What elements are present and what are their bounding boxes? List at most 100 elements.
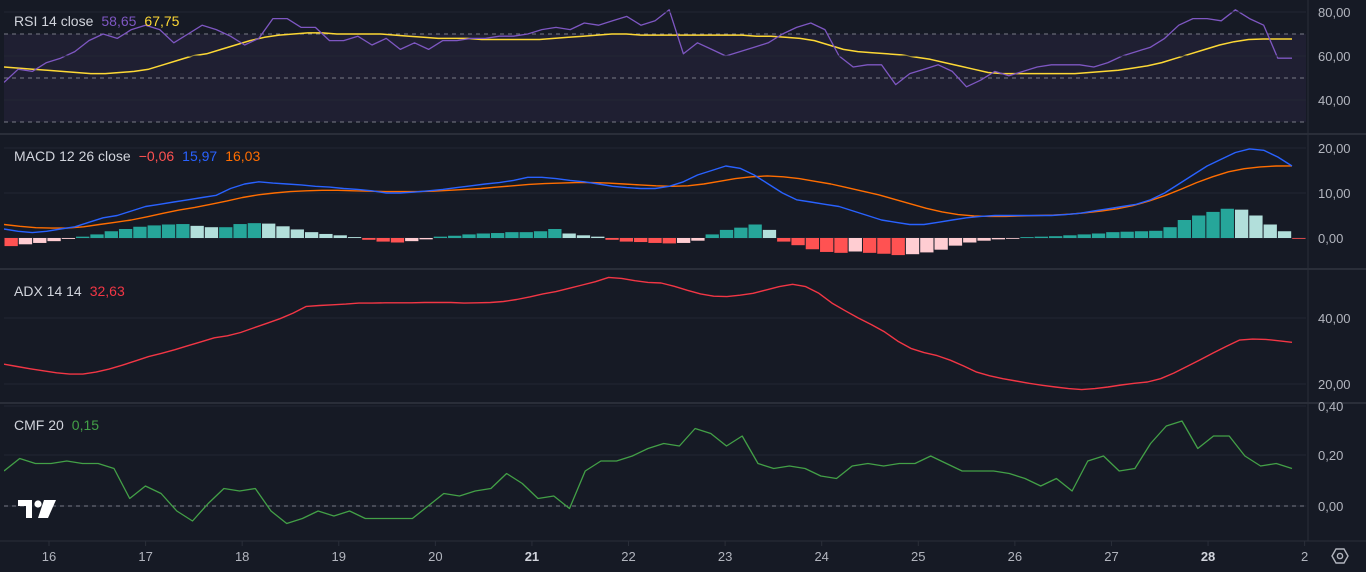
macd-histogram-bar (834, 238, 848, 253)
pane-legend-value: 15,97 (182, 148, 217, 164)
macd-histogram-bar (676, 238, 691, 243)
macd-histogram-bar (920, 238, 934, 253)
macd-histogram-bar (61, 238, 76, 239)
macd-histogram-bar (147, 225, 161, 238)
macd-histogram-bar (1106, 232, 1120, 238)
x-tick-label: 2 (1301, 549, 1308, 564)
pane-title-label: MACD 12 26 close (14, 148, 131, 164)
macd-histogram-bar (862, 238, 877, 253)
pane-title-label: ADX 14 14 (14, 283, 82, 299)
macd-histogram-bar (1048, 236, 1063, 238)
x-tick-label: 21 (525, 549, 539, 564)
x-tick-label: 22 (621, 549, 635, 564)
macd-histogram-bar (390, 238, 405, 243)
macd-histogram-bar (304, 232, 319, 238)
macd-histogram-bar (963, 238, 977, 243)
macd-histogram-bar (405, 238, 419, 242)
macd-histogram-bar (848, 238, 862, 252)
macd-histogram-bar (891, 238, 905, 256)
macd-histogram-bar (462, 234, 476, 238)
macd-histogram-bar (76, 236, 90, 238)
macd-histogram-bar (90, 234, 104, 238)
macd-histogram-bar (1249, 215, 1263, 238)
macd-histogram-bar (1149, 230, 1163, 238)
indicator-chart[interactable]: 80,0060,0040,00RSI 14 close 58,65 67,7520,… (0, 0, 1366, 572)
macd-histogram-bar (347, 237, 362, 238)
macd-histogram-bar (333, 235, 347, 238)
macd-histogram-bar (233, 224, 247, 238)
macd-histogram-bar (705, 234, 719, 238)
y-tick-label: 0,00 (1318, 231, 1343, 246)
macd-histogram-bar (219, 227, 233, 238)
macd-histogram-bar (476, 233, 490, 238)
y-tick-label: 0,20 (1318, 448, 1343, 463)
macd-histogram-bar (519, 232, 533, 238)
macd-histogram-bar (533, 231, 548, 238)
macd-histogram-bar (576, 235, 591, 238)
pane-legend-value: 32,63 (90, 283, 125, 299)
macd-histogram-bar (877, 238, 891, 254)
macd-histogram-bar (4, 238, 18, 247)
y-tick-label: 60,00 (1318, 49, 1351, 64)
macd-histogram-bar (419, 238, 433, 240)
x-tick-label: 27 (1104, 549, 1118, 564)
macd-histogram-bar (47, 238, 61, 242)
x-tick-label: 26 (1008, 549, 1022, 564)
macd-histogram-bar (591, 236, 605, 238)
macd-histogram-bar (1077, 234, 1091, 238)
macd-histogram-bar (1120, 231, 1134, 238)
y-tick-label: 0,00 (1318, 499, 1343, 514)
macd-histogram-bar (734, 227, 748, 238)
x-tick-label: 17 (138, 549, 152, 564)
macd-histogram-bar (176, 224, 190, 238)
macd-histogram-bar (505, 232, 519, 238)
pane-title: ADX 14 14 32,63 (14, 283, 125, 299)
macd-histogram-bar (1234, 209, 1249, 238)
macd-histogram-bar (1006, 238, 1020, 239)
macd-histogram-bar (161, 224, 176, 238)
macd-histogram-bar (777, 238, 791, 242)
macd-histogram-bar (448, 235, 462, 238)
macd-histogram-bar (1263, 224, 1277, 238)
x-tick-label: 18 (235, 549, 249, 564)
macd-histogram-bar (562, 233, 576, 238)
macd-histogram-bar (691, 238, 705, 241)
macd-histogram-bar (490, 233, 505, 238)
macd-histogram-bar (133, 226, 147, 238)
macd-histogram-bar (605, 238, 619, 240)
x-tick-label: 28 (1201, 549, 1215, 564)
macd-histogram-bar (948, 238, 963, 246)
macd-histogram-bar (1163, 227, 1177, 238)
macd-histogram-bar (791, 238, 805, 246)
macd-histogram-bar (376, 238, 390, 242)
macd-histogram-bar (290, 229, 304, 238)
macd-histogram-bar (319, 233, 333, 238)
macd-histogram-bar (1034, 236, 1048, 238)
macd-histogram-bar (33, 238, 47, 243)
pane-legend-value: 58,65 (101, 13, 136, 29)
macd-histogram-bar (634, 238, 648, 243)
macd-histogram-bar (719, 229, 734, 238)
x-tick-label: 16 (42, 549, 56, 564)
x-tick-label: 24 (814, 549, 828, 564)
logo-shape-dot (34, 500, 42, 508)
macd-histogram-bar (204, 227, 219, 238)
pane-legend-value: −0,06 (139, 148, 175, 164)
macd-histogram-bar (18, 238, 33, 245)
macd-histogram-bar (619, 238, 634, 242)
macd-histogram-bar (1220, 208, 1234, 238)
pane-title-label: CMF 20 (14, 417, 64, 433)
macd-histogram-bar (433, 236, 448, 238)
macd-histogram-bar (748, 224, 762, 238)
macd-histogram-bar (362, 238, 376, 240)
macd-histogram-bar (1177, 220, 1192, 238)
y-tick-label: 40,00 (1318, 93, 1351, 108)
macd-histogram-bar (762, 229, 777, 238)
macd-histogram-bar (1134, 231, 1149, 238)
y-tick-label: 80,00 (1318, 5, 1351, 20)
macd-histogram-bar (1020, 237, 1034, 238)
macd-histogram-bar (247, 223, 262, 238)
macd-histogram-bar (977, 238, 991, 241)
macd-histogram-bar (1206, 211, 1220, 238)
x-tick-label: 23 (718, 549, 732, 564)
